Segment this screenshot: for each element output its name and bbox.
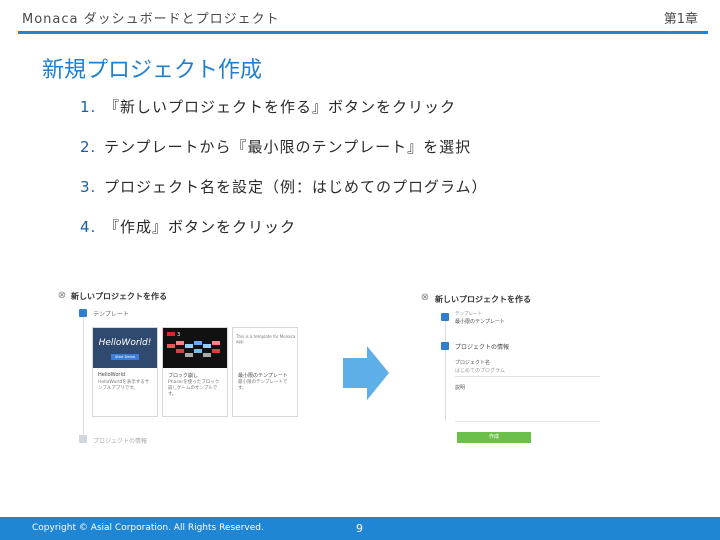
step-number: 2. [80,138,97,156]
close-icon[interactable]: ⊗ [420,293,430,303]
brick-pattern-icon: 3 [167,332,220,357]
project-info-screenshot: ⊗ 新しいプロジェクトを作る テンプレート 最小限のテンプレート プロジェクトの… [415,285,605,455]
step-item: 3. プロジェクト名を設定（例：はじめてのプログラム） [80,176,488,216]
step-item: 1. 『新しいプロジェクトを作る』ボタンをクリック [80,96,488,136]
slide-footer: Copyright © Asial Corporation. All Right… [0,517,720,540]
create-button[interactable]: 作成 [457,432,531,443]
template-card-minimal[interactable]: This is a template for Monaca app 最小限のテン… [232,327,298,417]
steps-list: 1. 『新しいプロジェクトを作る』ボタンをクリック 2. テンプレートから『最小限の… [80,96,488,256]
step-rail [83,317,84,437]
close-icon: ⊗ [57,290,67,301]
header-title: Monaca ダッシュボードとプロジェクト [22,12,280,27]
step-text: テンプレートから『最小限のテンプレート』を選択 [104,138,472,156]
template-card-block-breaker[interactable]: 3 ブロック崩し Phaserを使ったブロック崩しゲームのサンプルです。 [162,327,228,417]
step2-label: プロジェクトの情報 [455,344,510,351]
step2-label: プロジェクトの情報 [93,438,148,445]
step-number: 4. [80,218,97,236]
chapter-label: 第1章 [663,12,698,27]
step1-label: テンプレート [455,312,482,317]
thumbnail-text: HelloWorld! [98,338,152,348]
card-description: 最小限のテンプレートです。 [238,380,288,391]
card-title: ブロック崩し [168,373,199,379]
thumbnail-text: This is a template for Monaca app [236,334,296,344]
step-number: 3. [80,178,97,196]
project-name-input[interactable]: はじめてのプログラム [455,367,505,374]
dialog-title: 新しいプロジェクトを作る [71,292,167,301]
step-dot-active [441,313,449,321]
step-text: 『作成』ボタンをクリック [104,218,297,236]
slide-header: Monaca ダッシュボードとプロジェクト 第1章 [0,0,720,34]
step1-label: テンプレート [93,311,129,318]
step-item: 4. 『作成』ボタンをクリック [80,216,488,256]
step-dot-active [79,309,87,317]
helloworld-thumbnail: HelloWorld! Start Demo [93,328,157,368]
slide-title: 新規プロジェクト作成 [42,58,263,83]
copyright-text: Copyright © Asial Corporation. All Right… [32,523,264,533]
card-title: HelloWorld [98,372,126,378]
thumbnail-button: Start Demo [111,354,139,360]
name-field-underline [455,376,600,377]
description-field-underline [455,421,600,422]
score-text: 3 [177,332,180,338]
step-text: 『新しいプロジェクトを作る』ボタンをクリック [104,98,457,116]
arrow-right-icon [343,346,389,400]
block-breaker-thumbnail: 3 [163,328,227,368]
step-rail [445,321,446,421]
card-description: HelloWorldを表示するサンプルアプリです。 [98,380,150,391]
step-dot-inactive [79,435,87,443]
step1-value: 最小限のテンプレート [455,319,505,325]
header-divider [18,31,708,34]
minimal-thumbnail: This is a template for Monaca app [233,328,297,368]
step-text: プロジェクト名を設定（例：はじめてのプログラム） [104,178,488,196]
name-label: プロジェクト名 [455,360,491,366]
page-number: 9 [356,522,363,535]
step-dot-active [441,342,449,350]
step-item: 2. テンプレートから『最小限のテンプレート』を選択 [80,136,488,176]
card-description: Phaserを使ったブロック崩しゲームのサンプルです。 [168,380,220,397]
description-label: 説明 [455,385,466,391]
step-number: 1. [80,98,97,116]
template-card-helloworld[interactable]: HelloWorld! Start Demo HelloWorld HelloW… [92,327,158,417]
card-title: 最小限のテンプレート [238,373,288,379]
template-selection-screenshot: ⊗ 新しいプロジェクトを作る テンプレート HelloWorld! Start … [55,285,305,455]
dialog-title: 新しいプロジェクトを作る [435,295,531,304]
